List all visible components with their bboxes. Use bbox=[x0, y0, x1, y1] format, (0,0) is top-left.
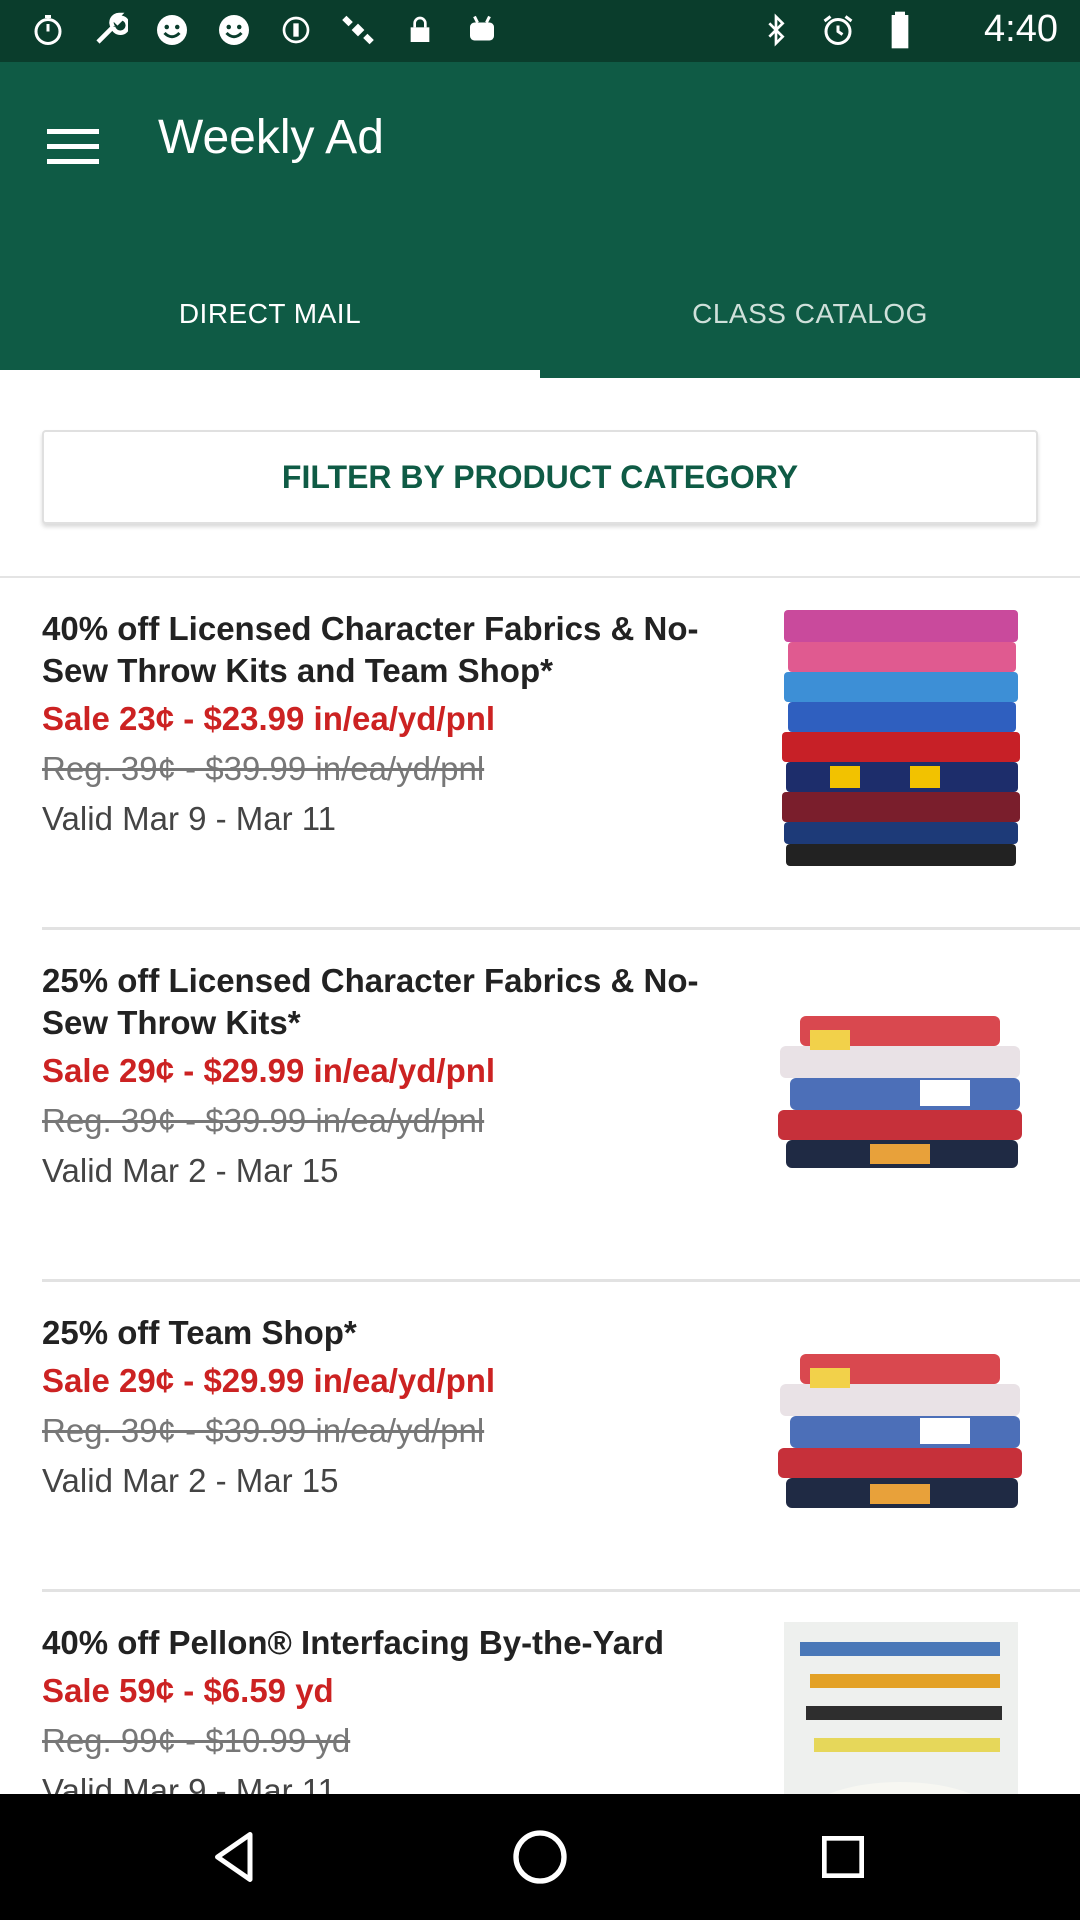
bluetooth-icon bbox=[756, 10, 796, 50]
app-bar: Weekly Ad DIRECT MAIL CLASS CATALOG bbox=[0, 62, 1080, 378]
item-title: 40% off Pellon® Interfacing By-the-Yard bbox=[42, 1624, 665, 1661]
wrench-icon bbox=[90, 10, 130, 50]
licensed-fabrics-stack-image bbox=[780, 606, 1022, 868]
stopwatch-icon bbox=[28, 10, 68, 50]
smiley-icon bbox=[152, 10, 192, 50]
circle-icon bbox=[276, 10, 316, 50]
pellon-interfacing-image bbox=[784, 1622, 1018, 1794]
list-item[interactable]: 25% off Licensed Character Fabrics & No-… bbox=[0, 930, 1080, 1282]
item-title: 25% off Licensed Character Fabrics & No-… bbox=[42, 962, 699, 1041]
tab-indicator bbox=[0, 370, 540, 378]
list-item[interactable]: 40% off Licensed Character Fabrics & No-… bbox=[0, 580, 1080, 930]
throw-kits-stack-image bbox=[770, 960, 1032, 1222]
back-button[interactable] bbox=[200, 1822, 270, 1892]
tab-direct-mail[interactable]: DIRECT MAIL bbox=[0, 292, 540, 378]
list-item[interactable]: 25% off Team Shop* Sale 29¢ - $29.99 in/… bbox=[0, 1282, 1080, 1592]
home-button[interactable] bbox=[505, 1822, 575, 1892]
list-item[interactable]: 40% off Pellon® Interfacing By-the-Yard … bbox=[0, 1592, 1080, 1794]
menu-button[interactable] bbox=[40, 114, 106, 180]
back-icon bbox=[215, 1832, 253, 1882]
home-icon bbox=[513, 1830, 567, 1884]
tab-bar: DIRECT MAIL CLASS CATALOG bbox=[0, 292, 1080, 378]
item-regular-price: Reg. 99¢ - $10.99 yd bbox=[42, 1722, 351, 1759]
recents-button[interactable] bbox=[808, 1822, 878, 1892]
alarm-icon bbox=[818, 10, 858, 50]
recents-icon bbox=[822, 1836, 864, 1878]
item-valid-dates: Valid Mar 9 - Mar 11 bbox=[42, 800, 337, 837]
status-time: 4:40 bbox=[984, 8, 1058, 50]
item-title: 25% off Team Shop* bbox=[42, 1314, 357, 1351]
satellite-icon bbox=[338, 10, 378, 50]
smiley-icon bbox=[214, 10, 254, 50]
item-title: 40% off Licensed Character Fabrics & No-… bbox=[42, 610, 699, 689]
item-sale-price: Sale 29¢ - $29.99 in/ea/yd/pnl bbox=[42, 1362, 496, 1399]
page-title: Weekly Ad bbox=[158, 111, 384, 164]
filter-section: FILTER BY PRODUCT CATEGORY bbox=[0, 378, 1080, 578]
filter-by-category-button[interactable]: FILTER BY PRODUCT CATEGORY bbox=[42, 430, 1038, 524]
item-regular-price: Reg. 39¢ - $39.99 in/ea/yd/pnl bbox=[42, 1412, 485, 1449]
tab-class-catalog[interactable]: CLASS CATALOG bbox=[540, 292, 1080, 378]
battery-icon bbox=[880, 10, 920, 50]
item-sale-price: Sale 59¢ - $6.59 yd bbox=[42, 1672, 334, 1709]
item-sale-price: Sale 23¢ - $23.99 in/ea/yd/pnl bbox=[42, 700, 496, 737]
android-icon bbox=[462, 10, 502, 50]
item-sale-price: Sale 29¢ - $29.99 in/ea/yd/pnl bbox=[42, 1052, 496, 1089]
lock-icon bbox=[400, 10, 440, 50]
item-valid-dates: Valid Mar 9 - Mar 11 bbox=[42, 1772, 337, 1794]
item-regular-price: Reg. 39¢ - $39.99 in/ea/yd/pnl bbox=[42, 750, 485, 787]
ad-list[interactable]: 40% off Licensed Character Fabrics & No-… bbox=[0, 580, 1080, 1794]
hamburger-menu-icon bbox=[47, 129, 99, 164]
item-valid-dates: Valid Mar 2 - Mar 15 bbox=[42, 1152, 339, 1189]
status-bar: 4:40 bbox=[0, 0, 1080, 62]
item-valid-dates: Valid Mar 2 - Mar 15 bbox=[42, 1462, 339, 1499]
item-regular-price: Reg. 39¢ - $39.99 in/ea/yd/pnl bbox=[42, 1102, 485, 1139]
navigation-bar bbox=[0, 1794, 1080, 1920]
team-shop-stack-image bbox=[770, 1308, 1032, 1570]
